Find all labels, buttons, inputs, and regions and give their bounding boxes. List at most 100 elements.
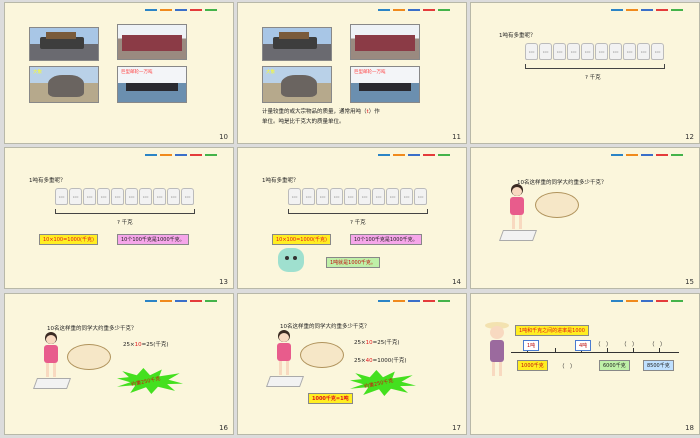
slide-thumbnail-12[interactable]: 1吨有多重呢？ 100 100 100 100 100 100 100 100 100 100 ?… <box>470 2 700 144</box>
photo-label: 巨型邮轮一万吨 <box>354 70 386 75</box>
title-stripe <box>671 300 683 302</box>
slide-thumbnail-15[interactable]: 10名这样重的同学大约重多少千克？ 15 <box>470 147 700 289</box>
slide-thumbnail-17[interactable]: 10名这样重的同学大约重多少千克？ 25×10=25(千克) 25×40=100… <box>237 293 467 435</box>
brace-label: ? 千克 <box>350 220 366 226</box>
top-blank: （ ） <box>649 342 666 348</box>
slide-number: 10 <box>219 133 228 141</box>
slide-thumbnail-10[interactable]: 大象 巨型邮轮一万吨 10 <box>4 2 234 144</box>
elephant-photo: 大象 <box>29 66 99 103</box>
rice-bag-icon: 100 <box>637 43 650 60</box>
question-text: 1吨有多重呢？ <box>262 178 299 184</box>
title-stripe <box>611 300 623 302</box>
title-stripe <box>145 9 157 11</box>
top-label-box: 4吨 <box>575 340 592 351</box>
title-stripe <box>423 300 435 302</box>
title-stripe <box>205 300 217 302</box>
slide-number: 12 <box>685 133 694 141</box>
title-stripe <box>438 154 450 156</box>
title-stripe <box>438 9 450 11</box>
rice-bag-icon: 100 <box>539 43 552 60</box>
rice-bag-icon: 100 <box>153 188 166 205</box>
rice-bag-icon: 100 <box>316 188 329 205</box>
top-label-box: 1吨 <box>523 340 540 351</box>
scale-platform <box>265 376 305 387</box>
rice-bag-icon: 100 <box>358 188 371 205</box>
scale-dial-icon <box>300 342 344 368</box>
title-stripe <box>378 300 390 302</box>
rice-bag-icon: 100 <box>330 188 343 205</box>
ship-photo: 巨型邮轮一万吨 <box>350 66 420 103</box>
body-text-line-2: 单位。吨是比千克大的质量单位。 <box>262 119 345 125</box>
title-stripe <box>641 300 653 302</box>
rice-bag-icon: 100 <box>111 188 124 205</box>
brace-label: ? 千克 <box>585 75 601 81</box>
photo-label: 巨型邮轮一万吨 <box>121 70 153 75</box>
title-stripe <box>145 154 157 156</box>
rice-bags-row: 100 100 100 100 100 100 100 100 100 100 <box>288 188 427 205</box>
question-text: 1吨有多重呢？ <box>29 178 66 184</box>
title-stripe <box>190 154 202 156</box>
title-stripe <box>656 9 668 11</box>
title-stripe <box>611 9 623 11</box>
rice-bag-icon: 100 <box>69 188 82 205</box>
statement-pink-box: 10个100千克是1000千克。 <box>350 234 422 245</box>
title-stripe <box>160 300 172 302</box>
bottom-label-box: 6000千克 <box>599 360 630 371</box>
scale-platform <box>498 230 538 241</box>
rice-bag-icon: 100 <box>344 188 357 205</box>
number-line-tick <box>607 348 608 353</box>
rice-bag-icon: 100 <box>651 43 664 60</box>
rice-bag-icon: 100 <box>595 43 608 60</box>
number-line-tick <box>659 348 660 353</box>
rice-bag-icon: 100 <box>97 188 110 205</box>
equation-yellow-box: 10×100=1000(千克) <box>39 234 98 245</box>
title-stripe <box>393 300 405 302</box>
conclusion-green-box: 1吨就是1000千克。 <box>326 257 380 268</box>
rice-bag-icon: 100 <box>567 43 580 60</box>
slide-thumbnail-14[interactable]: 1吨有多重呢？ 100 100 100 100 100 100 100 100 100 100 ?… <box>237 147 467 289</box>
rice-bag-icon: 100 <box>609 43 622 60</box>
title-stripe <box>641 9 653 11</box>
scale-platform <box>32 378 72 389</box>
question-text: 1吨有多重呢？ <box>499 33 536 39</box>
title-stripe <box>626 154 638 156</box>
rice-bag-icon: 100 <box>55 188 68 205</box>
slide-number: 17 <box>452 424 461 432</box>
rice-bag-icon: 100 <box>553 43 566 60</box>
title-stripe <box>160 154 172 156</box>
rice-bag-icon: 100 <box>372 188 385 205</box>
title-stripe <box>423 9 435 11</box>
title-stripe <box>190 300 202 302</box>
equation-line-1: 25×10=25(千克) <box>354 340 400 346</box>
cartoon-mascot-icon <box>278 248 304 272</box>
slide-thumbnail-11[interactable]: 大象 巨型邮轮一万吨 计量较重的或大宗物品的质量，通常用吨（t）作 单位。吨是比… <box>237 2 467 144</box>
rice-bag-icon: 100 <box>386 188 399 205</box>
bottom-label-box: 1000千克 <box>517 360 548 371</box>
title-stripe <box>423 154 435 156</box>
title-stripe <box>656 154 668 156</box>
title-stripe <box>378 9 390 11</box>
title-stripe <box>641 154 653 156</box>
brace <box>288 209 428 214</box>
brace-label: ? 千克 <box>117 220 133 226</box>
slide-thumbnail-16[interactable]: 10名这样重的同学大约重多少千克？ 25×10=25(千克) 约重250千克 1… <box>4 293 234 435</box>
question-text: 10名这样重的同学大约重多少千克？ <box>517 180 607 186</box>
statement-pink-box: 10个100千克是1000千克。 <box>117 234 189 245</box>
slide-number: 14 <box>452 278 461 286</box>
truck-photo <box>262 27 332 61</box>
girl-with-hat-icon <box>485 322 509 378</box>
rice-bag-icon: 100 <box>139 188 152 205</box>
slide-thumbnail-18[interactable]: 1吨和千克之间的进率是1000 1吨 4吨 （ ） （ ） （ ） 1000千克… <box>470 293 700 435</box>
slide-thumbnail-13[interactable]: 1吨有多重呢？ 100 100 100 100 100 100 100 100 100 100 ?… <box>4 147 234 289</box>
photo-label: 大象 <box>266 70 275 75</box>
rice-bag-icon: 100 <box>581 43 594 60</box>
slide-number: 16 <box>219 424 228 432</box>
bottom-blank: （ ） <box>559 364 576 370</box>
body-text-line-1: 计量较重的或大宗物品的质量，通常用吨（t）作 <box>262 109 380 115</box>
title-stripe <box>408 300 420 302</box>
rice-bag-icon: 100 <box>414 188 427 205</box>
equation-line-2: 25×40=1000(千克) <box>354 358 407 364</box>
brace <box>525 64 665 69</box>
rice-bag-icon: 100 <box>302 188 315 205</box>
scale-dial-icon <box>535 192 579 218</box>
